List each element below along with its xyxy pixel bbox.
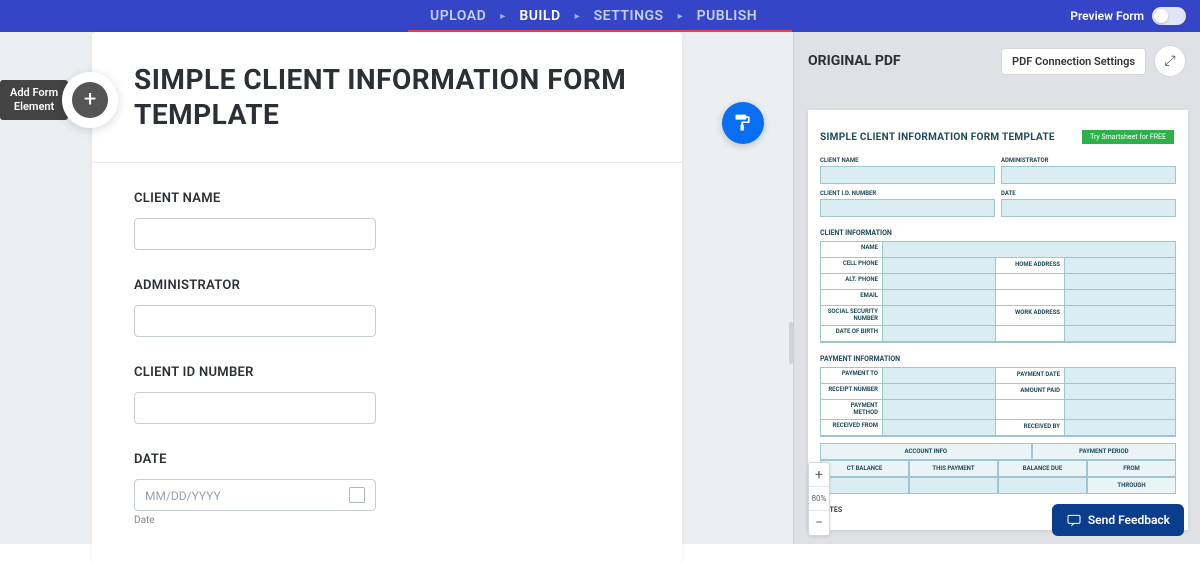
- chevron-right-icon: ▸: [494, 11, 511, 22]
- nav-step-build[interactable]: BUILD: [511, 0, 568, 32]
- form-card: SIMPLE CLIENT INFORMATION FORM TEMPLATE …: [92, 32, 682, 564]
- form-title: SIMPLE CLIENT INFORMATION FORM TEMPLATE: [134, 62, 640, 132]
- client-name-input[interactable]: [134, 218, 376, 250]
- form-title-block[interactable]: SIMPLE CLIENT INFORMATION FORM TEMPLATE: [92, 32, 682, 163]
- pdf-preview[interactable]: Try Smartsheet for FREE SIMPLE CLIENT IN…: [808, 110, 1188, 530]
- add-form-element[interactable]: Add FormElement +: [0, 72, 118, 128]
- pdf-payment-table: PAYMENT TOPAYMENT DATE RECEIPT NUMBERAMO…: [820, 367, 1176, 437]
- chevron-right-icon: ▸: [672, 11, 689, 22]
- pdf-panel: ORIGINAL PDF PDF Connection Settings ⤢ T…: [793, 32, 1200, 544]
- form-body: CLIENT NAME ADMINISTRATOR CLIENT ID NUMB…: [92, 163, 682, 564]
- date-sublabel: Date: [134, 515, 640, 526]
- pdf-connection-settings-button[interactable]: PDF Connection Settings: [1001, 48, 1146, 75]
- field-label: CLIENT ID NUMBER: [134, 365, 640, 380]
- zoom-in-button[interactable]: +: [809, 463, 829, 487]
- nav-step-upload[interactable]: UPLOAD: [422, 0, 494, 32]
- paint-roller-icon: [733, 113, 753, 133]
- send-feedback-button[interactable]: Send Feedback: [1052, 504, 1184, 536]
- preview-form-toggle[interactable]: [1152, 7, 1186, 25]
- date-input[interactable]: MM/DD/YYYY: [134, 479, 376, 511]
- client-id-input[interactable]: [134, 392, 376, 424]
- pdf-section-payment: PAYMENT INFORMATION: [820, 355, 1176, 363]
- add-element-label: Add FormElement: [0, 80, 68, 120]
- pdf-client-info-table: NAME CELL PHONEHOME ADDRESS ALT. PHONE E…: [820, 241, 1176, 343]
- field-administrator[interactable]: ADMINISTRATOR: [134, 278, 640, 337]
- zoom-controls: + 80% −: [808, 462, 830, 536]
- nav-steps: UPLOAD ▸ BUILD ▸ SETTINGS ▸ PUBLISH: [422, 0, 765, 32]
- zoom-level: 80%: [809, 487, 829, 511]
- field-client-name[interactable]: CLIENT NAME: [134, 191, 640, 250]
- preview-form-label: Preview Form: [1070, 9, 1144, 23]
- top-nav: UPLOAD ▸ BUILD ▸ SETTINGS ▸ PUBLISH Prev…: [0, 0, 1200, 32]
- chat-icon: [1066, 512, 1082, 528]
- field-label: DATE: [134, 452, 640, 467]
- form-designer-button[interactable]: [722, 102, 764, 144]
- collapse-panel-button[interactable]: ⤢: [1154, 45, 1186, 77]
- field-label: CLIENT NAME: [134, 191, 640, 206]
- nav-step-settings[interactable]: SETTINGS: [586, 0, 672, 32]
- date-placeholder: MM/DD/YYYY: [145, 489, 221, 503]
- field-label: ADMINISTRATOR: [134, 278, 640, 293]
- try-smartsheet-badge: Try Smartsheet for FREE: [1082, 130, 1174, 144]
- field-client-id[interactable]: CLIENT ID NUMBER: [134, 365, 640, 424]
- collapse-icon: ⤢: [1164, 53, 1175, 69]
- pdf-section-client-info: CLIENT INFORMATION: [820, 229, 1176, 237]
- nav-step-publish[interactable]: PUBLISH: [689, 0, 766, 32]
- field-date[interactable]: DATE MM/DD/YYYY Date: [134, 452, 640, 526]
- pdf-panel-header: ORIGINAL PDF PDF Connection Settings ⤢: [794, 32, 1200, 90]
- chevron-right-icon: ▸: [569, 11, 586, 22]
- administrator-input[interactable]: [134, 305, 376, 337]
- preview-toggle-wrap: Preview Form: [1070, 0, 1186, 32]
- add-element-circle: +: [62, 72, 118, 128]
- zoom-out-button[interactable]: −: [809, 511, 829, 535]
- pdf-panel-title: ORIGINAL PDF: [808, 53, 993, 69]
- plus-icon: +: [84, 89, 96, 111]
